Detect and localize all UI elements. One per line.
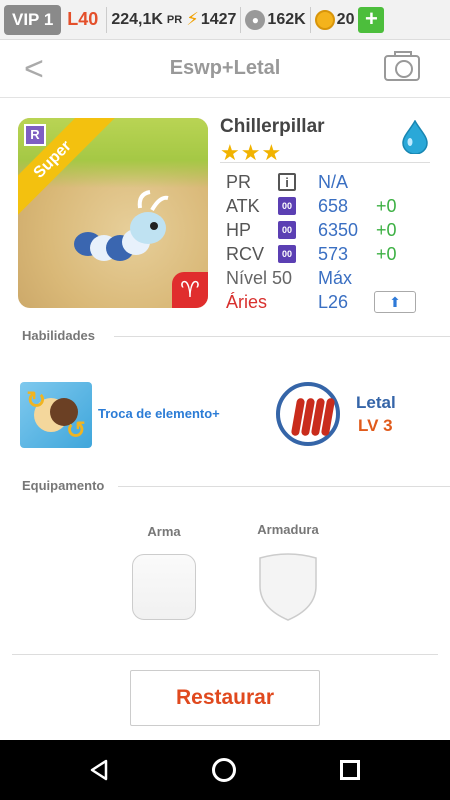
zodiac-label: Áries bbox=[226, 291, 268, 312]
buy-coins-button[interactable]: + bbox=[358, 6, 385, 33]
pr-value: N/A bbox=[318, 171, 349, 192]
level-label: Nível 50 bbox=[226, 267, 293, 288]
zodiac-level: L26 bbox=[318, 291, 349, 312]
pr-label: PR bbox=[166, 13, 183, 26]
hp-label: HP bbox=[226, 219, 252, 240]
energy-value: 1427 bbox=[200, 10, 237, 28]
water-element-icon bbox=[402, 120, 428, 154]
back-button[interactable]: < bbox=[24, 50, 44, 89]
equipment-title: Equipamento bbox=[22, 478, 105, 493]
rcv-bonus: +0 bbox=[376, 243, 397, 264]
atk-bonus: +0 bbox=[376, 195, 397, 216]
zodiac-badge: ♈ bbox=[172, 272, 208, 308]
zodiac-row: Áries L26 ⬆ bbox=[226, 290, 432, 314]
armor-label: Armadura bbox=[257, 522, 319, 537]
rcv-label: RCV bbox=[226, 243, 265, 264]
divider bbox=[309, 6, 311, 33]
abilities-title: Habilidades bbox=[22, 328, 95, 343]
monster-name: Chillerpillar bbox=[220, 116, 325, 137]
rcv-value: 573 bbox=[318, 243, 349, 264]
hp-row: HP 00 6350 +0 bbox=[226, 218, 432, 242]
weapon-slot[interactable] bbox=[132, 554, 196, 620]
divider bbox=[118, 486, 450, 487]
hp-bonus: +0 bbox=[376, 219, 397, 240]
passive-skill-level: LV 3 bbox=[358, 416, 393, 435]
equipment-section-header: Equipamento bbox=[22, 478, 450, 493]
monster-portrait[interactable]: Super R ♈ bbox=[18, 118, 208, 308]
divider bbox=[240, 6, 242, 33]
stat-tag-icon: 00 bbox=[278, 245, 296, 263]
food-stat: ● 162K bbox=[245, 9, 306, 30]
hp-value: 6350 bbox=[318, 219, 359, 240]
atk-label: ATK bbox=[226, 195, 260, 216]
rcv-row: RCV 00 573 +0 bbox=[226, 242, 432, 266]
pr-stat: 224,1K PR bbox=[111, 11, 182, 29]
page-title: Eswp+Letal bbox=[169, 57, 281, 79]
camera-icon[interactable] bbox=[384, 51, 420, 81]
lightning-icon: ⚡ bbox=[186, 9, 199, 29]
status-bar: VIP 1 L40 224,1K PR ⚡ 1427 ● 162K 20 + bbox=[0, 0, 450, 40]
divider bbox=[220, 162, 430, 163]
active-skill-icon[interactable]: ↻ ↺ bbox=[20, 382, 92, 448]
nav-recents-icon[interactable] bbox=[340, 760, 360, 780]
weapon-label: Arma bbox=[147, 524, 181, 539]
vip-badge[interactable]: VIP 1 bbox=[4, 4, 62, 35]
divider bbox=[106, 6, 108, 33]
level-value: Máx bbox=[318, 267, 353, 288]
stat-tag-icon: 00 bbox=[278, 197, 296, 215]
player-level: L40 bbox=[67, 9, 99, 29]
android-nav-bar bbox=[0, 740, 450, 800]
rarity-badge: R bbox=[24, 124, 46, 146]
coin-value: 20 bbox=[336, 10, 355, 28]
atk-value: 658 bbox=[318, 195, 349, 216]
divider bbox=[114, 336, 450, 337]
caterpillar-icon bbox=[74, 190, 169, 261]
active-skill-name[interactable]: Troca de elemento+ bbox=[98, 406, 220, 421]
stats-panel: PR i N/A ATK 00 658 +0 HP 00 6350 +0 RCV… bbox=[226, 170, 432, 314]
food-value: 162K bbox=[267, 10, 306, 28]
pr-row: PR i N/A bbox=[226, 170, 432, 194]
page-header: < Eswp+Letal bbox=[0, 40, 450, 98]
coin-stat: 20 bbox=[314, 9, 355, 30]
level-row: Nível 50 Máx bbox=[226, 266, 432, 290]
swap-arrow-icon: ↺ bbox=[66, 417, 87, 444]
passive-skill-name: Letal bbox=[356, 393, 396, 412]
atk-row: ATK 00 658 +0 bbox=[226, 194, 432, 218]
pr-label: PR bbox=[226, 171, 252, 192]
swap-arrow-icon: ↻ bbox=[26, 387, 47, 414]
nav-back-icon[interactable] bbox=[88, 758, 112, 782]
energy-stat: ⚡ 1427 bbox=[186, 9, 236, 30]
upgrade-arrow-button[interactable]: ⬆ bbox=[374, 291, 416, 313]
restore-button[interactable]: Restaurar bbox=[130, 670, 320, 726]
pr-value: 224,1K bbox=[111, 10, 163, 28]
armor-slot[interactable] bbox=[256, 552, 320, 622]
coin-icon bbox=[314, 9, 335, 30]
stat-tag-icon: 00 bbox=[278, 221, 296, 239]
nav-home-icon[interactable] bbox=[212, 758, 236, 782]
abilities-section-header: Habilidades bbox=[22, 328, 450, 343]
lethal-icon[interactable] bbox=[276, 382, 340, 446]
divider bbox=[12, 654, 438, 655]
paw-icon: ● bbox=[245, 9, 266, 30]
info-icon[interactable]: i bbox=[278, 173, 296, 191]
